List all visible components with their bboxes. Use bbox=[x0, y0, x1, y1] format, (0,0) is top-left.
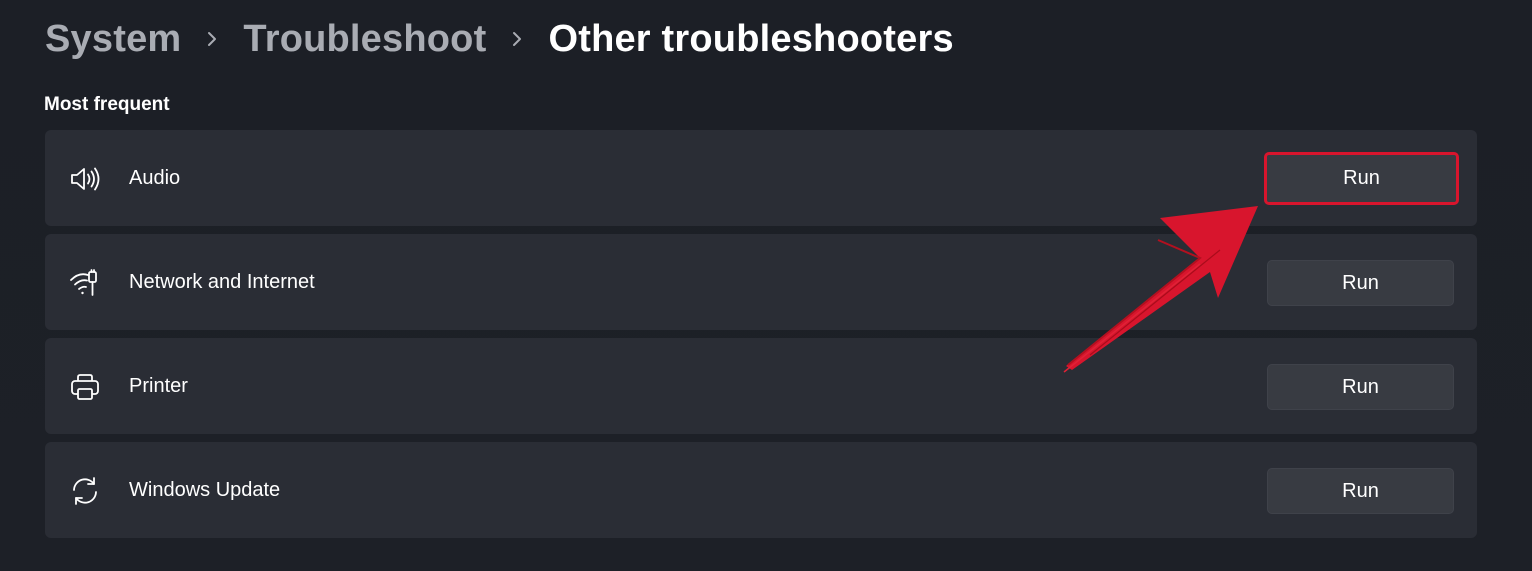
troubleshooter-card-printer: Printer Run bbox=[45, 338, 1477, 434]
breadcrumb-troubleshoot[interactable]: Troubleshoot bbox=[243, 18, 486, 61]
run-button-network[interactable]: Run bbox=[1267, 260, 1454, 306]
section-title: Most frequent bbox=[44, 94, 170, 115]
chevron-right-icon bbox=[486, 14, 548, 64]
chevron-right-icon bbox=[181, 14, 243, 64]
troubleshooter-card-network: Network and Internet Run bbox=[45, 234, 1477, 330]
speaker-icon bbox=[69, 163, 101, 195]
run-button-printer[interactable]: Run bbox=[1267, 364, 1454, 410]
troubleshooter-label: Audio bbox=[129, 166, 181, 189]
printer-icon bbox=[69, 371, 101, 403]
troubleshooter-card-audio: Audio Run bbox=[45, 130, 1477, 226]
run-button-audio[interactable]: Run bbox=[1264, 152, 1459, 205]
sync-icon bbox=[69, 475, 101, 507]
run-button-windows-update[interactable]: Run bbox=[1267, 468, 1454, 514]
troubleshooter-label: Windows Update bbox=[129, 478, 281, 501]
troubleshooter-label: Network and Internet bbox=[129, 270, 315, 293]
troubleshooter-label: Printer bbox=[129, 374, 188, 397]
page-title: Other troubleshooters bbox=[548, 17, 954, 60]
breadcrumb-system[interactable]: System bbox=[45, 18, 181, 61]
breadcrumb: System Troubleshoot Other troubleshooter… bbox=[45, 14, 954, 64]
wifi-icon bbox=[69, 267, 101, 299]
troubleshooter-card-windows-update: Windows Update Run bbox=[45, 442, 1477, 538]
